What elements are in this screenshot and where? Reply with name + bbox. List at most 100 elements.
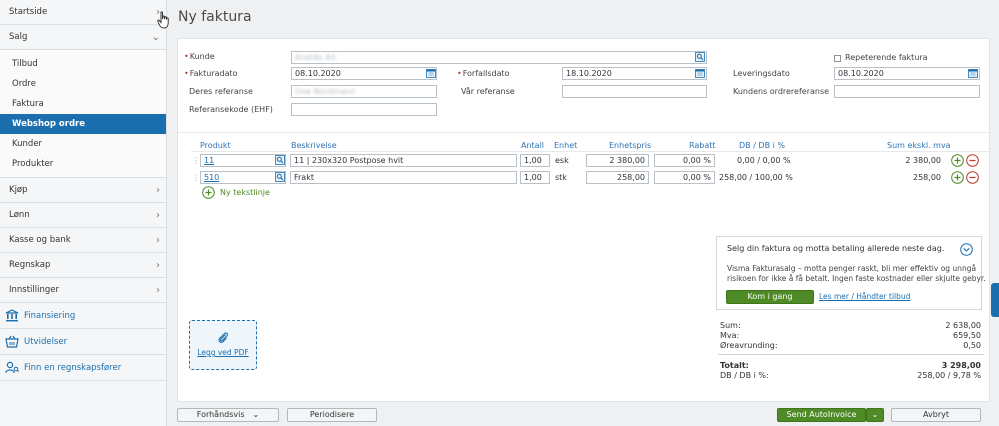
- remove-row-icon[interactable]: [966, 154, 979, 167]
- forfallsdato-label: •Forfallsdato: [457, 69, 510, 78]
- sidebar-subitem-kunder[interactable]: Kunder: [0, 134, 166, 154]
- add-row-icon[interactable]: [951, 171, 964, 184]
- produkt-field[interactable]: 11: [200, 154, 286, 167]
- divider: [178, 132, 991, 133]
- sidebar-link-utvidelser[interactable]: Utvidelser: [0, 329, 166, 355]
- preview-button[interactable]: Forhåndsvis ⌄: [177, 408, 279, 422]
- rabatt-field[interactable]: 0,00 %: [654, 154, 715, 167]
- chevron-right-icon: ›: [156, 235, 160, 246]
- leveringsdato-label: Leveringsdato: [733, 69, 790, 78]
- repeat-label: Repeterende faktura: [845, 53, 928, 62]
- sidebar-item-label: Kasse og bank: [9, 235, 71, 245]
- calendar-icon[interactable]: [695, 68, 705, 78]
- sidebar-item-lonn[interactable]: Lønn ›: [0, 203, 166, 228]
- sidebar-item-startside[interactable]: Startside ›: [0, 0, 166, 25]
- calendar-icon[interactable]: [968, 68, 978, 78]
- sidebar-subitem-ordre[interactable]: Ordre: [0, 74, 166, 94]
- promo-box: Selg din faktura og motta betaling aller…: [716, 236, 986, 310]
- antall-field[interactable]: 1,00: [520, 154, 550, 167]
- sum-value: 2 380,00: [905, 156, 941, 165]
- chevron-right-icon: ›: [156, 260, 160, 271]
- sidebar-item-label: Startside: [9, 7, 48, 17]
- sidebar-subitem-webshop-ordre[interactable]: Webshop ordre: [0, 114, 166, 134]
- chevron-right-icon: ›: [156, 185, 160, 196]
- header-divider: [191, 151, 991, 152]
- attach-pdf-label: Legg ved PDF: [197, 348, 249, 357]
- sidebar-subitem-produkter[interactable]: Produkter: [0, 154, 166, 174]
- db-value: 0,00 / 0,00 %: [737, 156, 791, 165]
- col-header-rabatt: Rabatt: [689, 141, 716, 150]
- drag-handle-icon[interactable]: ⋮: [192, 173, 200, 182]
- col-header-db: DB / DB i %: [739, 141, 785, 150]
- sidebar-item-regnskap[interactable]: Regnskap ›: [0, 253, 166, 278]
- sum-total-value: 2 638,00: [945, 321, 981, 330]
- chevron-down-circle-icon[interactable]: [960, 243, 973, 256]
- add-row-icon[interactable]: [951, 154, 964, 167]
- preview-label: Forhåndsvis: [196, 410, 245, 419]
- produkt-field[interactable]: 510: [200, 171, 286, 184]
- sidebar-link-finansiering[interactable]: Finansiering: [0, 303, 166, 329]
- fakturadato-field[interactable]: 08.10.2020: [291, 67, 437, 80]
- cancel-button[interactable]: Avbryt: [891, 408, 981, 422]
- enhet-value: esk: [555, 156, 569, 165]
- salg-submenu: Tilbud Ordre Faktura Webshop ordre Kunde…: [0, 50, 166, 178]
- sum-label: Sum:: [720, 321, 741, 330]
- col-header-sum: Sum ekskl. mva: [887, 141, 951, 150]
- sidebar-link-finn-regnskapsforer[interactable]: Finn en regnskapsfører: [0, 355, 166, 381]
- chevron-down-icon: ⌄: [871, 410, 879, 419]
- bank-icon: [5, 309, 19, 322]
- col-header-antall: Antall: [521, 141, 545, 150]
- send-options-dropdown[interactable]: ⌄: [866, 408, 884, 422]
- sidebar-item-label: Regnskap: [9, 260, 51, 270]
- enhetspris-field[interactable]: 2 380,00: [586, 154, 649, 167]
- antall-field[interactable]: 1,00: [520, 171, 550, 184]
- invoice-card: •Kunde Andrés AS Repeterende faktura •Fa…: [177, 38, 991, 402]
- beskrivelse-field[interactable]: 11 | 230x320 Postpose hvit: [290, 154, 517, 167]
- sidebar-item-salg[interactable]: Salg ⌄: [0, 25, 166, 50]
- kunde-field[interactable]: Andrés AS: [291, 51, 707, 64]
- sidebar-link-label: Finn en regnskapsfører: [24, 363, 122, 373]
- sidebar-item-kasse-og-bank[interactable]: Kasse og bank ›: [0, 228, 166, 253]
- paperclip-icon: [218, 332, 228, 343]
- remove-row-icon[interactable]: [966, 171, 979, 184]
- promo-text-line2: risikoen for ikke å få betalt. Ingen fas…: [727, 274, 986, 283]
- les-mer-link[interactable]: Les mer / Håndter tilbud: [819, 292, 910, 301]
- promo-title: Selg din faktura og motta betaling aller…: [727, 244, 945, 253]
- referansekode-label: Referansekode (EHF): [189, 105, 273, 114]
- basket-icon: [5, 335, 19, 348]
- periodize-button[interactable]: Periodisere: [287, 408, 377, 422]
- calendar-icon[interactable]: [426, 68, 436, 78]
- sidebar-item-kjop[interactable]: Kjøp ›: [0, 178, 166, 203]
- db-total-label: DB / DB i %:: [720, 371, 769, 380]
- sidebar-subitem-tilbud[interactable]: Tilbud: [0, 54, 166, 74]
- forfallsdato-field[interactable]: 18.10.2020: [562, 67, 707, 80]
- oreavrunding-label: Øreavrunding:: [720, 341, 778, 350]
- kom-i-gang-button[interactable]: Kom i gang: [726, 290, 814, 304]
- attach-pdf-dropzone[interactable]: Legg ved PDF: [189, 320, 257, 370]
- repeat-checkbox[interactable]: [834, 55, 841, 62]
- totals-divider: [718, 354, 984, 355]
- kunde-label: •Kunde: [184, 52, 215, 61]
- var-referanse-field[interactable]: [562, 85, 707, 98]
- send-autoinvoice-button[interactable]: Send AutoInvoice: [777, 408, 866, 422]
- enhetspris-field[interactable]: 258,00: [586, 171, 649, 184]
- sidebar: Startside › Salg ⌄ Tilbud Ordre Faktura We…: [0, 0, 167, 426]
- deres-referanse-field[interactable]: Ove Nordmann: [291, 85, 437, 98]
- search-icon[interactable]: [275, 155, 285, 165]
- db-total-value: 258,00 / 9,78 %: [917, 371, 981, 380]
- search-icon[interactable]: [275, 172, 285, 182]
- rabatt-field[interactable]: 0,00 %: [654, 171, 715, 184]
- feedback-tab[interactable]: [991, 283, 999, 317]
- kundens-ordrereferanse-field[interactable]: [834, 85, 980, 98]
- referansekode-field[interactable]: [291, 103, 437, 116]
- leveringsdato-field[interactable]: 08.10.2020: [834, 67, 980, 80]
- promo-text-line1: Visma Fakturasalg – motta penger raskt, …: [727, 264, 977, 273]
- sum-value: 258,00: [913, 173, 941, 182]
- oreavrunding-value: 0,50: [963, 341, 981, 350]
- sidebar-item-innstillinger[interactable]: Innstillinger ›: [0, 278, 166, 303]
- drag-handle-icon[interactable]: ⋮: [192, 156, 200, 165]
- col-header-enhet: Enhet: [554, 141, 578, 150]
- sidebar-subitem-faktura[interactable]: Faktura: [0, 94, 166, 114]
- beskrivelse-field[interactable]: Frakt: [290, 171, 517, 184]
- search-icon[interactable]: [695, 52, 705, 62]
